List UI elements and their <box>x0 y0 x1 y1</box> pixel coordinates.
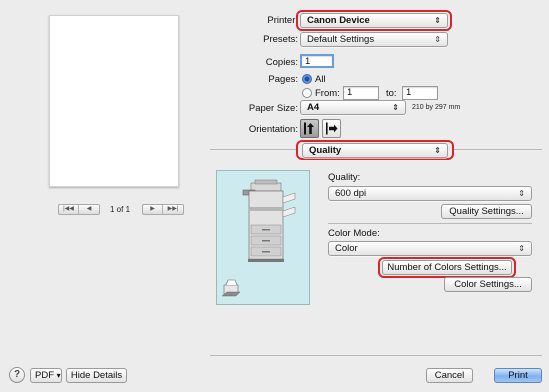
quality-separator <box>328 223 532 224</box>
pager-back-group: |◀◀ ◀ <box>58 203 100 215</box>
landscape-orientation-button[interactable] <box>322 119 341 138</box>
pages-from-label: From: <box>315 88 340 99</box>
color-mode-value: Color <box>335 243 358 254</box>
color-mode-popup[interactable]: Color ⇕ <box>328 241 532 256</box>
popup-arrows-icon: ⇕ <box>434 35 441 44</box>
hide-details-button[interactable]: Hide Details <box>66 368 127 383</box>
paper-size-value: A4 <box>307 102 320 113</box>
landscape-icon <box>326 122 338 135</box>
printer-popup[interactable]: Canon Device ⇕ <box>300 13 448 28</box>
cancel-button[interactable]: Cancel <box>426 368 473 383</box>
pages-from-radio[interactable] <box>302 88 312 98</box>
popup-arrows-icon: ⇕ <box>434 16 441 25</box>
next-page-icon[interactable]: ▶ <box>143 204 164 214</box>
pages-all-radio[interactable] <box>302 74 312 84</box>
color-settings-button[interactable]: Color Settings... <box>444 277 532 292</box>
quality-value: 600 dpi <box>335 188 367 199</box>
pages-all-label: All <box>315 74 326 85</box>
quality-popup[interactable]: 600 dpi ⇕ <box>328 186 532 201</box>
pages-to-label: to: <box>386 88 397 99</box>
help-icon[interactable]: ? <box>9 367 25 383</box>
printer-label: Printer: <box>267 15 298 26</box>
quality-label: Quality: <box>328 172 361 183</box>
separator-left <box>210 149 298 150</box>
pager-forward-group: ▶ ▶▶| <box>142 203 185 215</box>
paper-size-popup[interactable]: A4 ⇕ <box>300 100 406 115</box>
pages-from-field[interactable]: 1 <box>343 86 379 100</box>
color-mode-label: Color Mode: <box>328 228 380 239</box>
page-counter: 1 of 1 <box>110 204 131 214</box>
pdf-menu-button[interactable]: PDF ▾ <box>30 368 62 383</box>
page-navigation: |◀◀ ◀ 1 of 1 ▶ ▶▶| <box>58 203 185 215</box>
panel-selector-popup[interactable]: Quality ⇕ <box>302 143 448 158</box>
previous-page-icon[interactable]: ◀ <box>79 205 99 214</box>
presets-popup[interactable]: Default Settings ⇕ <box>300 32 448 47</box>
footer-separator <box>210 355 542 356</box>
paper-size-label: Paper Size: <box>248 103 298 114</box>
pdf-label: PDF <box>35 370 54 381</box>
separator-right <box>454 149 542 150</box>
popup-arrows-icon: ⇕ <box>518 189 525 198</box>
first-page-icon[interactable]: |◀◀ <box>59 204 79 214</box>
copies-label: Copies: <box>265 57 298 68</box>
orientation-label: Orientation: <box>248 124 298 135</box>
presets-label: Presets: <box>263 34 298 45</box>
printer-illustration-panel <box>216 170 310 305</box>
pages-label: Pages: <box>268 74 298 85</box>
portrait-orientation-button[interactable] <box>300 119 319 138</box>
multifunction-printer-icon <box>221 179 296 297</box>
page-preview <box>49 15 179 187</box>
panel-selector-value: Quality <box>309 145 342 156</box>
pages-to-field[interactable]: 1 <box>402 86 438 100</box>
printer-value: Canon Device <box>307 15 370 26</box>
number-of-colors-settings-button[interactable]: Number of Colors Settings... <box>382 260 512 275</box>
copies-field[interactable]: 1 <box>300 54 334 68</box>
popup-arrows-icon: ⇕ <box>434 146 441 155</box>
portrait-icon <box>304 122 314 135</box>
paper-dimensions: 210 by 297 mm <box>412 104 461 111</box>
chevron-down-icon: ▾ <box>56 371 61 380</box>
print-button[interactable]: Print <box>494 368 542 383</box>
quality-settings-button[interactable]: Quality Settings... <box>441 204 532 219</box>
presets-value: Default Settings <box>307 34 375 45</box>
popup-arrows-icon: ⇕ <box>518 244 525 253</box>
popup-arrows-icon: ⇕ <box>392 103 399 112</box>
last-page-icon[interactable]: ▶▶| <box>163 205 183 214</box>
